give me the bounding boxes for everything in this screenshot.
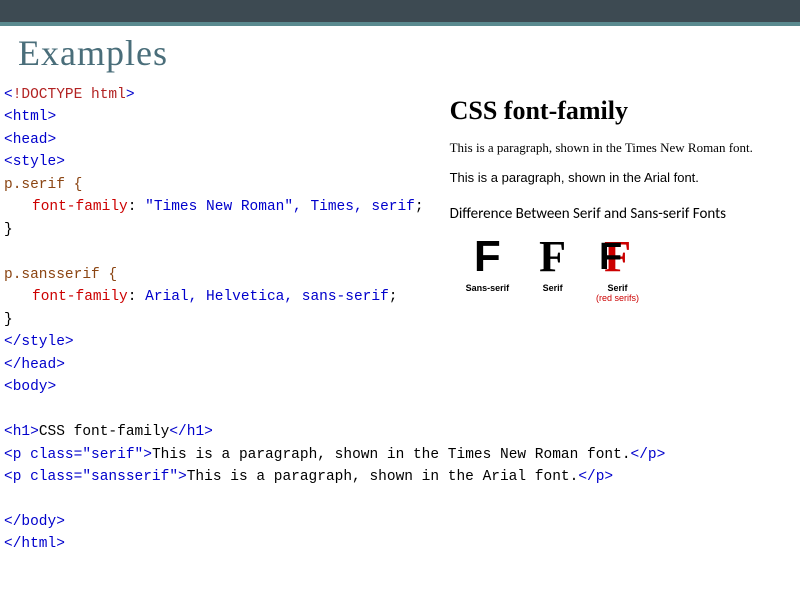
tag-p2-open: <p class="sansserif"> [4, 469, 187, 485]
close-brace-2: } [4, 312, 13, 328]
tag-h1-close: </h1> [169, 424, 213, 440]
tag-h1-open: <h1> [4, 424, 39, 440]
letter-sans: F [466, 235, 510, 279]
font-comparison-row: F Sans-serif F Serif FF Serif(red serifs… [450, 235, 796, 303]
code-column: <!DOCTYPE html> <html> <head> <style> p.… [4, 84, 440, 556]
selector-sansserif: p.sansserif { [4, 267, 117, 283]
label-serif-red: Serif(red serifs) [596, 283, 639, 303]
val-font-family-2: Arial, Helvetica, sans-serif [145, 289, 389, 305]
tag-html-close: </html> [4, 536, 65, 552]
label-serif: Serif [539, 283, 566, 293]
tag-style-close: </style> [4, 334, 74, 350]
rendered-heading: CSS font-family [450, 96, 796, 126]
tag-body-close: </body> [4, 514, 65, 530]
prop-font-family-1: font-family [32, 199, 128, 215]
doctype-text: !DOCTYPE html [13, 87, 126, 103]
serif-sample: F Serif [539, 235, 566, 303]
serif-red-sample: FF Serif(red serifs) [596, 235, 639, 303]
val-font-family-1: "Times New Roman", Times, serif [145, 199, 415, 215]
code-block: <!DOCTYPE html> <html> <head> <style> p.… [4, 84, 440, 556]
page-title: Examples [0, 26, 800, 84]
tag-body-open: <body> [4, 379, 56, 395]
selector-serif: p.serif { [4, 177, 82, 193]
tag-html-open: <html> [4, 109, 56, 125]
header-bar [0, 0, 800, 26]
difference-title: Difference Between Serif and Sans-serif … [450, 205, 796, 223]
label-sans: Sans-serif [466, 283, 510, 293]
tag-head-open: <head> [4, 132, 56, 148]
close-brace-1: } [4, 222, 13, 238]
tag-style-open: <style> [4, 154, 65, 170]
rendered-paragraph-serif: This is a paragraph, shown in the Times … [450, 140, 796, 156]
content-area: <!DOCTYPE html> <html> <head> <style> p.… [0, 84, 800, 556]
tag-p1-open: <p class="serif"> [4, 447, 152, 463]
sans-serif-sample: F Sans-serif [466, 235, 510, 303]
letter-serif: F [539, 235, 566, 279]
rendered-paragraph-sans: This is a paragraph, shown in the Arial … [450, 170, 796, 185]
h1-text: CSS font-family [39, 424, 170, 440]
prop-font-family-2: font-family [32, 289, 128, 305]
letter-serif-red: FF [596, 235, 639, 279]
tag-head-close: </head> [4, 357, 65, 373]
rendered-column: CSS font-family This is a paragraph, sho… [440, 84, 796, 556]
